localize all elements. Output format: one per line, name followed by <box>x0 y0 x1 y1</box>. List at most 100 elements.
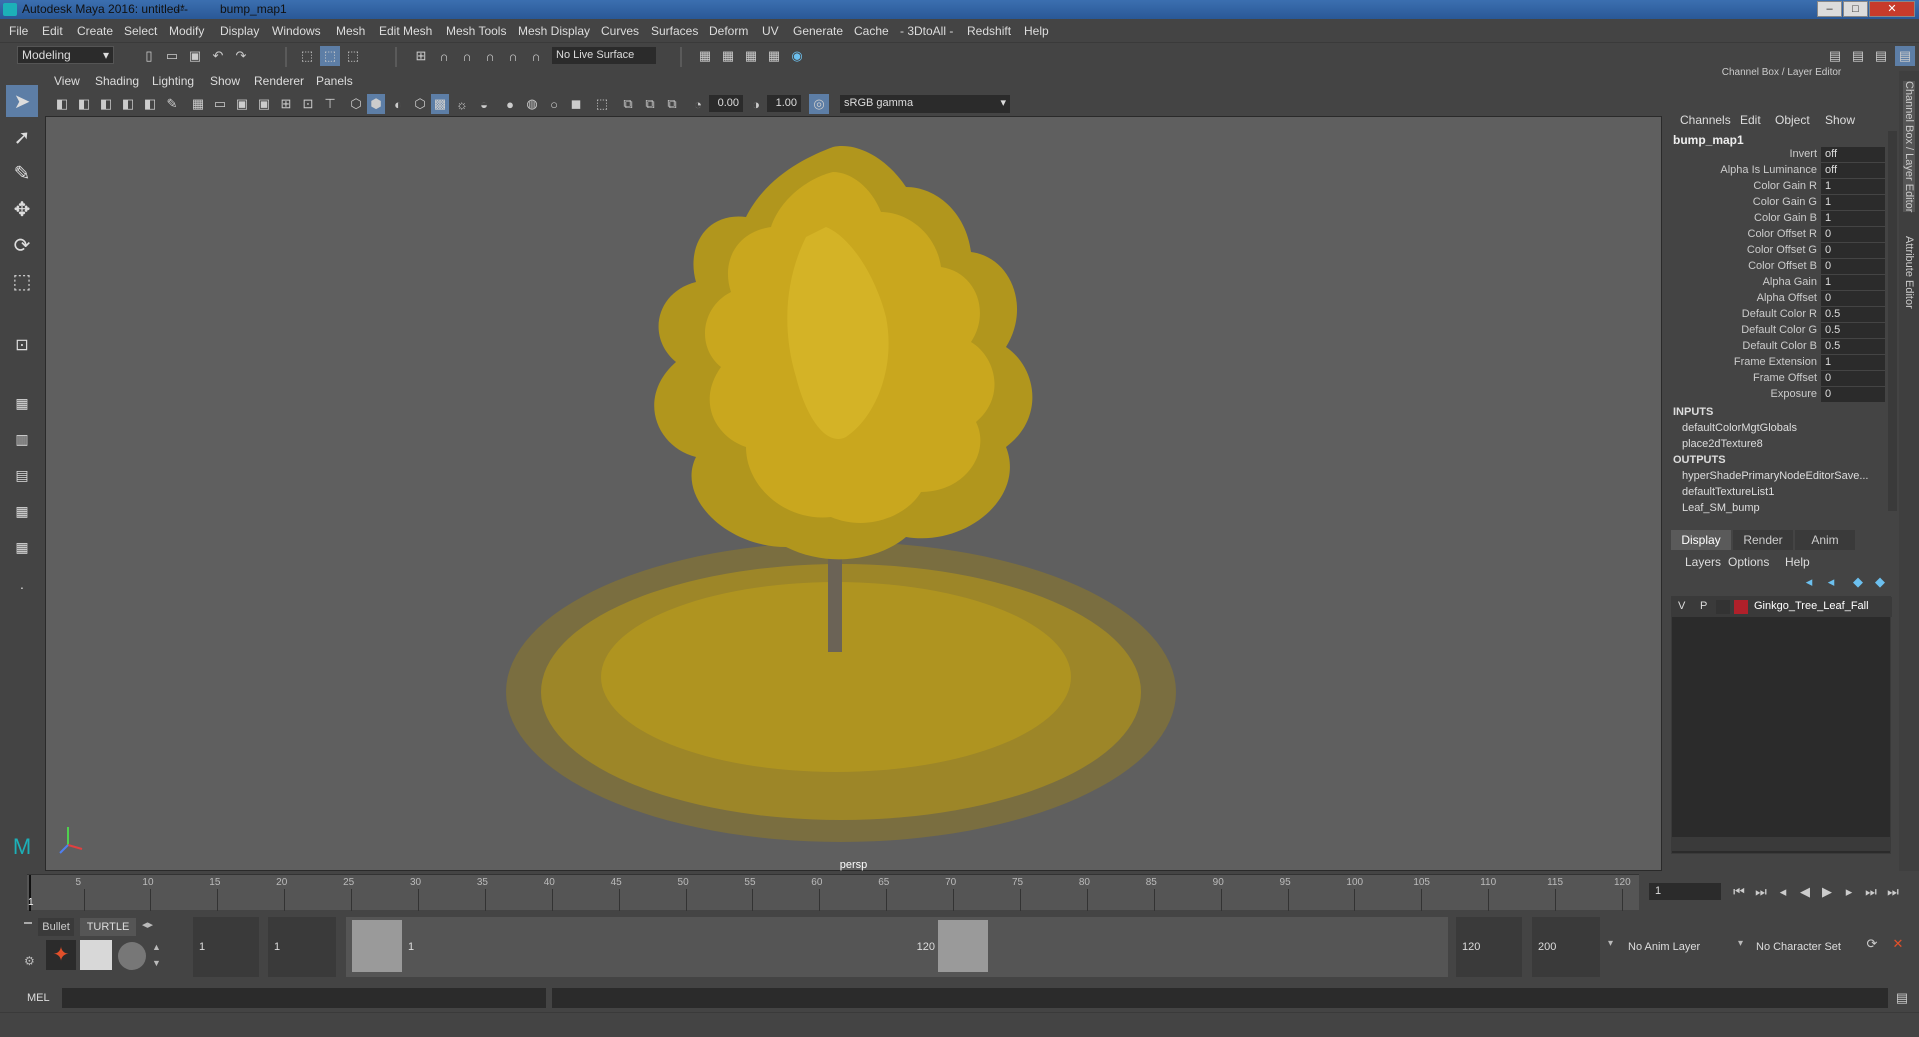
bookmark-icon[interactable]: ◧ <box>97 94 115 114</box>
layout-graph-icon[interactable]: ▦ <box>6 495 38 527</box>
tab-display[interactable]: Display <box>1671 530 1731 550</box>
hypershade-icon[interactable]: ◉ <box>788 46 806 66</box>
color-management-icon[interactable]: ◎ <box>809 94 829 114</box>
attr-row[interactable]: Frame Offset 0 <box>1665 371 1887 387</box>
field-chart-icon[interactable]: ⊞ <box>277 94 295 114</box>
channel-box-icon[interactable]: ▤ <box>1895 46 1915 66</box>
attr-row[interactable]: Default Color B 0.5 <box>1665 339 1887 355</box>
menu-mesh-display[interactable]: Mesh Display <box>518 24 590 38</box>
step-back-key-icon[interactable]: ⏭ <box>1751 882 1771 902</box>
input-node[interactable]: place2dTexture8 <box>1682 438 1882 450</box>
playback-end-field[interactable]: 120 <box>1456 917 1522 977</box>
render-view-icon[interactable]: ▦ <box>742 46 760 66</box>
menu-create[interactable]: Create <box>77 24 113 38</box>
input-node[interactable]: defaultColorMgtGlobals <box>1682 422 1882 434</box>
shelf-menu-icon[interactable] <box>24 922 32 924</box>
grease-pencil-icon[interactable]: ✎ <box>163 94 181 114</box>
tab-render[interactable]: Render <box>1733 530 1793 550</box>
shelf-fire-icon[interactable]: ✦ <box>46 940 76 970</box>
layout-more-icon[interactable]: · <box>6 571 38 603</box>
xray-components-icon[interactable]: ⧉ <box>663 94 681 114</box>
step-back-frame-icon[interactable]: ◂ <box>1773 882 1793 902</box>
vp-menu-renderer[interactable]: Renderer <box>254 74 304 88</box>
vp-menu-lighting[interactable]: Lighting <box>152 74 194 88</box>
anim-layer-dropdown[interactable]: No Anim Layer <box>1624 917 1734 977</box>
new-scene-icon[interactable]: ▯ <box>140 46 158 66</box>
show-manipulator-icon[interactable]: ⊡ <box>6 329 38 361</box>
vp-menu-panels[interactable]: Panels <box>316 74 353 88</box>
smooth-shade-icon[interactable]: ⬢ <box>367 94 385 114</box>
snap-point-icon[interactable]: ∩ <box>458 46 476 66</box>
tool-settings-icon[interactable]: ▤ <box>1872 46 1890 66</box>
layout-outliner-icon[interactable]: ▤ <box>6 459 38 491</box>
shelf-tab-turtle[interactable]: TURTLE <box>80 918 136 936</box>
chevron-down-icon[interactable]: ▾ <box>1608 938 1613 949</box>
attr-value[interactable]: 1 <box>1821 195 1885 210</box>
attr-value[interactable]: 1 <box>1821 275 1885 290</box>
go-to-end-icon[interactable]: ⏭ <box>1883 882 1903 902</box>
attr-row[interactable]: Color Gain B 1 <box>1665 211 1887 227</box>
exposure-field[interactable]: 0.00 <box>709 95 743 112</box>
textured-icon[interactable]: ▩ <box>431 94 449 114</box>
range-slider[interactable]: 1 120 <box>346 917 1448 977</box>
render-settings-icon[interactable]: ▦ <box>765 46 783 66</box>
xray-joints-icon[interactable]: ⧉ <box>641 94 659 114</box>
auto-key-icon[interactable]: ⟳ <box>1862 934 1882 954</box>
menu-file[interactable]: File <box>9 24 28 38</box>
move-layer-up-icon[interactable]: ◂ <box>1800 573 1818 591</box>
output-node[interactable]: defaultTextureList1 <box>1682 486 1882 498</box>
save-scene-icon[interactable]: ▣ <box>186 46 204 66</box>
menu-display[interactable]: Display <box>220 24 259 38</box>
shelf-tab-bullet[interactable]: Bullet <box>38 918 74 936</box>
attr-row[interactable]: Frame Extension 1 <box>1665 355 1887 371</box>
snap-plane-icon[interactable]: ∩ <box>481 46 499 66</box>
layer-menu-help[interactable]: Help <box>1785 555 1810 569</box>
side-tab-attribute-editor[interactable]: Attribute Editor <box>1903 236 1915 309</box>
rotate-tool-icon[interactable]: ⟳ <box>6 229 38 261</box>
attr-row[interactable]: Color Gain G 1 <box>1665 195 1887 211</box>
anti-alias-icon[interactable]: ○ <box>545 94 563 114</box>
modeling-toolkit-icon[interactable]: ▤ <box>1826 46 1844 66</box>
attr-row[interactable]: Default Color R 0.5 <box>1665 307 1887 323</box>
menu-redshift[interactable]: Redshift <box>967 24 1011 38</box>
anim-prefs-icon[interactable]: ✕ <box>1888 934 1908 954</box>
play-backward-icon[interactable]: ◀ <box>1795 882 1815 902</box>
3d-viewport[interactable]: persp <box>45 116 1662 871</box>
maximize-button[interactable]: □ <box>1843 1 1868 17</box>
attr-value[interactable]: 1 <box>1821 211 1885 226</box>
menu-uv[interactable]: UV <box>762 24 779 38</box>
menu-set-dropdown[interactable]: Modeling ▾ <box>17 46 114 64</box>
attr-value[interactable]: 0 <box>1821 371 1885 386</box>
select-tool-icon[interactable]: ➤ <box>6 85 38 117</box>
colorspace-dropdown[interactable]: sRGB gamma ▾ <box>840 95 1010 113</box>
vp-menu-view[interactable]: View <box>54 74 80 88</box>
menu-curves[interactable]: Curves <box>601 24 639 38</box>
attr-value[interactable]: 0 <box>1821 227 1885 242</box>
wireframe-icon[interactable]: ⬡ <box>347 94 365 114</box>
attr-value[interactable]: off <box>1821 163 1885 178</box>
exposure-icon[interactable]: ◔ <box>689 94 707 114</box>
playback-start-field[interactable]: 1 <box>268 917 336 977</box>
cb-menu-edit[interactable]: Edit <box>1740 113 1761 127</box>
menu-cache[interactable]: Cache <box>854 24 889 38</box>
menu-generate[interactable]: Generate <box>793 24 843 38</box>
gate-mask-icon[interactable]: ▣ <box>255 94 273 114</box>
snap-surface-icon[interactable]: ∩ <box>504 46 522 66</box>
side-tab-channel-box[interactable]: Channel Box / Layer Editor <box>1903 81 1915 213</box>
current-frame-field[interactable]: 1 <box>1649 883 1721 900</box>
attr-row[interactable]: Color Offset G 0 <box>1665 243 1887 259</box>
resolution-gate-icon[interactable]: ▣ <box>233 94 251 114</box>
cb-scrollbar[interactable] <box>1888 131 1897 511</box>
step-forward-frame-icon[interactable]: ▸ <box>1839 882 1859 902</box>
layer-name[interactable]: Ginkgo_Tree_Leaf_Fall <box>1754 600 1869 612</box>
attr-value[interactable]: 0.5 <box>1821 323 1885 338</box>
time-ruler[interactable]: 1 5 10 15 20 25 30 35 40 45 50 55 60 65 70 75 80 85 90 95 1… <box>27 874 1639 911</box>
attr-value[interactable]: 1 <box>1821 355 1885 370</box>
attr-row[interactable]: Color Offset R0 <box>1665 227 1887 243</box>
attr-row[interactable]: Color Offset B 0 <box>1665 259 1887 275</box>
shadows-icon[interactable]: ◒ <box>475 94 493 114</box>
command-input[interactable] <box>62 988 546 1008</box>
screen-space-ao-icon[interactable]: ● <box>501 94 519 114</box>
attr-value[interactable]: 0.5 <box>1821 307 1885 322</box>
menu-deform[interactable]: Deform <box>709 24 748 38</box>
